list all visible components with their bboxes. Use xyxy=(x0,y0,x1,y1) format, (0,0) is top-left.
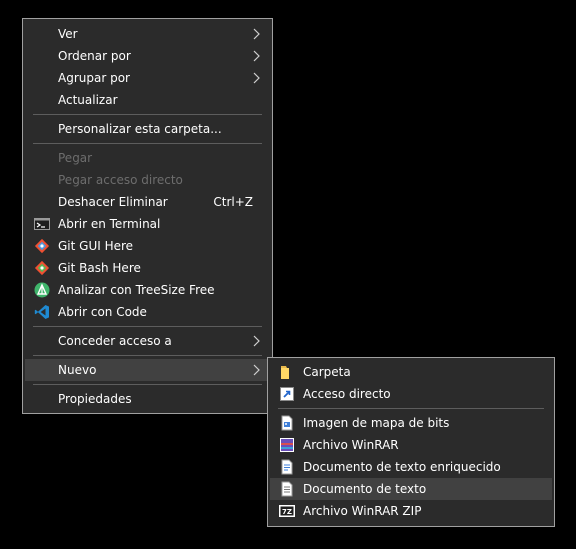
menu-item-label: Personalizar esta carpeta... xyxy=(58,122,222,136)
menu-item-pegar-acceso-directo: Pegar acceso directo xyxy=(25,169,270,191)
menu-separator xyxy=(33,143,262,144)
chevron-right-icon xyxy=(253,50,260,62)
menu-item-agrupar-por[interactable]: Agrupar por xyxy=(25,67,270,89)
menu-item-nuevo[interactable]: Nuevo xyxy=(25,359,270,381)
chevron-right-icon xyxy=(253,335,260,347)
menu-separator xyxy=(33,384,262,385)
submenu-item-texto-enriquecido[interactable]: Documento de texto enriquecido xyxy=(270,456,552,478)
chevron-right-icon xyxy=(253,72,260,84)
menu-item-label: Pegar acceso directo xyxy=(58,173,183,187)
winrar-icon xyxy=(280,438,294,452)
terminal-icon xyxy=(34,218,50,230)
menu-separator xyxy=(33,355,262,356)
menu-item-label: Agrupar por xyxy=(58,71,130,85)
menu-item-label: Analizar con TreeSize Free xyxy=(58,283,215,297)
menu-item-label: Propiedades xyxy=(58,392,132,406)
menu-item-label: Nuevo xyxy=(58,363,97,377)
svg-text:7Z: 7Z xyxy=(282,508,292,516)
submenu-item-archivo-winrar[interactable]: Archivo WinRAR xyxy=(270,434,552,456)
menu-item-abrir-code[interactable]: Abrir con Code xyxy=(25,301,270,323)
menu-item-label: Ver xyxy=(58,27,78,41)
treesize-icon xyxy=(34,282,50,298)
submenu-item-documento-texto[interactable]: Documento de texto xyxy=(270,478,552,500)
bitmap-icon xyxy=(281,415,293,431)
menu-item-label: Archivo WinRAR xyxy=(303,438,399,452)
menu-item-label: Deshacer Eliminar xyxy=(58,195,168,209)
menu-item-label: Pegar xyxy=(58,151,93,165)
menu-item-label: Abrir con Code xyxy=(58,305,147,319)
menu-item-personalizar[interactable]: Personalizar esta carpeta... xyxy=(25,118,270,140)
folder-icon xyxy=(281,366,289,379)
menu-item-label: Archivo WinRAR ZIP xyxy=(303,504,422,518)
menu-item-conceder-acceso[interactable]: Conceder acceso a xyxy=(25,330,270,352)
winrar-zip-icon: 7Z xyxy=(279,505,295,517)
submenu-item-acceso-directo[interactable]: Acceso directo xyxy=(270,383,552,405)
menu-item-label: Actualizar xyxy=(58,93,118,107)
menu-item-label: Documento de texto xyxy=(303,482,427,496)
context-menu: Ver Ordenar por Agrupar por Actualizar P… xyxy=(22,18,273,414)
menu-item-label: Ordenar por xyxy=(58,49,131,63)
git-icon xyxy=(34,238,50,254)
chevron-right-icon xyxy=(253,28,260,40)
menu-item-abrir-terminal[interactable]: Abrir en Terminal xyxy=(25,213,270,235)
menu-item-label: Abrir en Terminal xyxy=(58,217,161,231)
shortcut-icon xyxy=(280,387,294,401)
menu-item-ordenar-por[interactable]: Ordenar por xyxy=(25,45,270,67)
menu-item-label: Git GUI Here xyxy=(58,239,134,253)
menu-item-label: Imagen de mapa de bits xyxy=(303,416,450,430)
submenu-item-imagen-bits[interactable]: Imagen de mapa de bits xyxy=(270,412,552,434)
submenu-item-carpeta[interactable]: Carpeta xyxy=(270,361,552,383)
menu-item-propiedades[interactable]: Propiedades xyxy=(25,388,270,410)
menu-item-label: Git Bash Here xyxy=(58,261,141,275)
chevron-right-icon xyxy=(253,364,260,376)
menu-item-actualizar[interactable]: Actualizar xyxy=(25,89,270,111)
menu-separator xyxy=(278,408,544,409)
menu-item-label: Documento de texto enriquecido xyxy=(303,460,501,474)
menu-item-label: Conceder acceso a xyxy=(58,334,172,348)
nuevo-submenu: Carpeta Acceso directo Imagen de mapa de… xyxy=(267,357,555,527)
menu-item-git-bash[interactable]: Git Bash Here xyxy=(25,257,270,279)
menu-item-deshacer-eliminar[interactable]: Deshacer Eliminar Ctrl+Z xyxy=(25,191,270,213)
vscode-icon xyxy=(34,305,49,319)
menu-item-label: Carpeta xyxy=(303,365,351,379)
rich-text-document-icon xyxy=(281,459,293,475)
menu-item-treesize[interactable]: Analizar con TreeSize Free xyxy=(25,279,270,301)
menu-item-pegar: Pegar xyxy=(25,147,270,169)
menu-separator xyxy=(33,326,262,327)
menu-item-label: Acceso directo xyxy=(303,387,391,401)
git-icon xyxy=(34,260,50,276)
menu-item-git-gui[interactable]: Git GUI Here xyxy=(25,235,270,257)
text-document-icon xyxy=(281,481,293,497)
menu-item-ver[interactable]: Ver xyxy=(25,23,270,45)
shortcut-label: Ctrl+Z xyxy=(213,195,253,209)
menu-separator xyxy=(33,114,262,115)
submenu-item-winrar-zip[interactable]: 7Z Archivo WinRAR ZIP xyxy=(270,500,552,522)
